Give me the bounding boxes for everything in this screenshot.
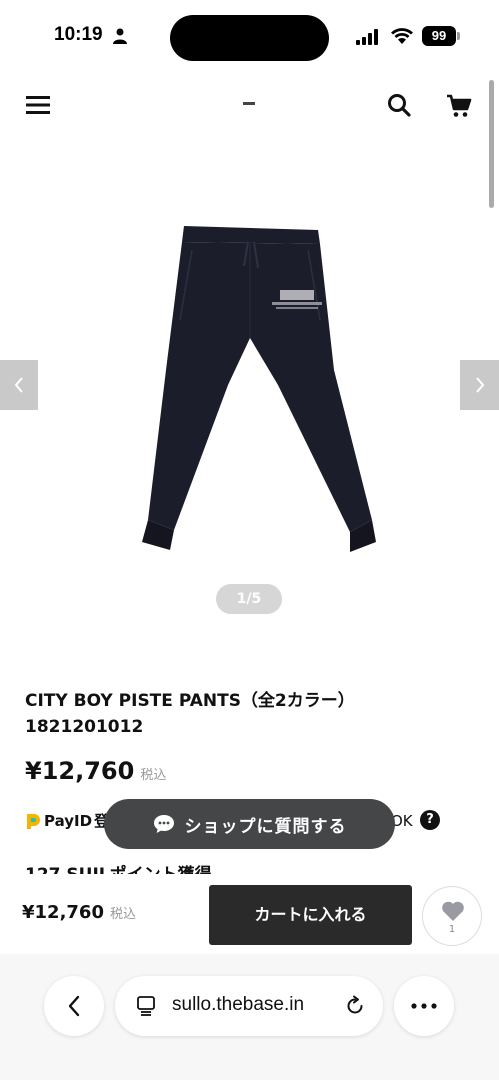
product-title: CITY BOY PISTE PANTS（全2カラー） 1821201012 xyxy=(25,688,475,740)
chevron-left-icon xyxy=(68,995,80,1017)
chevron-left-icon xyxy=(14,377,23,393)
payid-label: PayID xyxy=(44,811,93,830)
person-icon xyxy=(113,28,127,44)
gallery-page-indicator: 1/5 xyxy=(216,584,282,614)
battery-tip xyxy=(457,32,460,40)
like-count: 1 xyxy=(448,924,456,935)
browser-back-button[interactable] xyxy=(44,976,104,1036)
points-earned: 127 SUILポイント獲得 xyxy=(25,860,212,874)
page-settings-icon[interactable] xyxy=(136,996,156,1016)
gallery-next-button[interactable] xyxy=(460,360,499,410)
battery-indicator: 99 xyxy=(422,26,456,46)
site-header xyxy=(0,78,499,134)
shop-inquiry-label: ショップに質問する xyxy=(184,816,347,837)
product-image[interactable] xyxy=(110,220,390,560)
product-gallery: 1/5 xyxy=(0,140,499,630)
chat-bubble-icon xyxy=(153,815,174,833)
status-time: 10:19 xyxy=(54,24,103,45)
gallery-prev-button[interactable] xyxy=(0,360,38,410)
product-price: ¥12,760 xyxy=(25,757,135,785)
cellular-signal-icon xyxy=(356,29,378,45)
payid-logo[interactable]: PayID 登 xyxy=(25,810,109,831)
wifi-icon xyxy=(391,28,413,44)
shop-inquiry-button[interactable]: ショップに質問する xyxy=(104,799,395,849)
dynamic-island xyxy=(170,15,329,61)
payid-mark-icon xyxy=(27,813,40,829)
browser-url-bar[interactable]: sullo.thebase.in xyxy=(115,976,383,1036)
question-help-icon[interactable]: ? xyxy=(420,810,440,830)
hamburger-menu-icon[interactable] xyxy=(26,95,50,115)
price-row: ¥12,760 税込 xyxy=(25,757,166,785)
sticky-purchase-bar: ¥12,760 税込 カートに入れる 1 xyxy=(0,874,499,954)
sticky-price: ¥12,760 税込 xyxy=(22,902,136,923)
add-to-cart-button[interactable]: カートに入れる xyxy=(209,885,412,945)
site-logo[interactable] xyxy=(243,102,255,105)
browser-more-button[interactable] xyxy=(394,976,454,1036)
sticky-tax-label: 税込 xyxy=(109,907,136,922)
sticky-price-value: ¥12,760 xyxy=(22,902,104,923)
search-icon[interactable] xyxy=(387,93,411,117)
more-dots-icon xyxy=(411,1003,437,1009)
product-title-name: CITY BOY PISTE PANTS（全2カラー） xyxy=(25,691,355,711)
heart-icon xyxy=(442,901,464,921)
reload-icon[interactable] xyxy=(344,995,366,1017)
tax-label: 税込 xyxy=(140,768,167,783)
browser-url-text: sullo.thebase.in xyxy=(172,994,305,1015)
status-bar: 10:19 99 xyxy=(0,0,499,70)
like-button[interactable]: 1 xyxy=(422,886,482,946)
shopping-cart-icon[interactable] xyxy=(446,94,472,118)
chevron-right-icon xyxy=(475,377,484,393)
product-code: 1821201012 xyxy=(25,717,144,737)
